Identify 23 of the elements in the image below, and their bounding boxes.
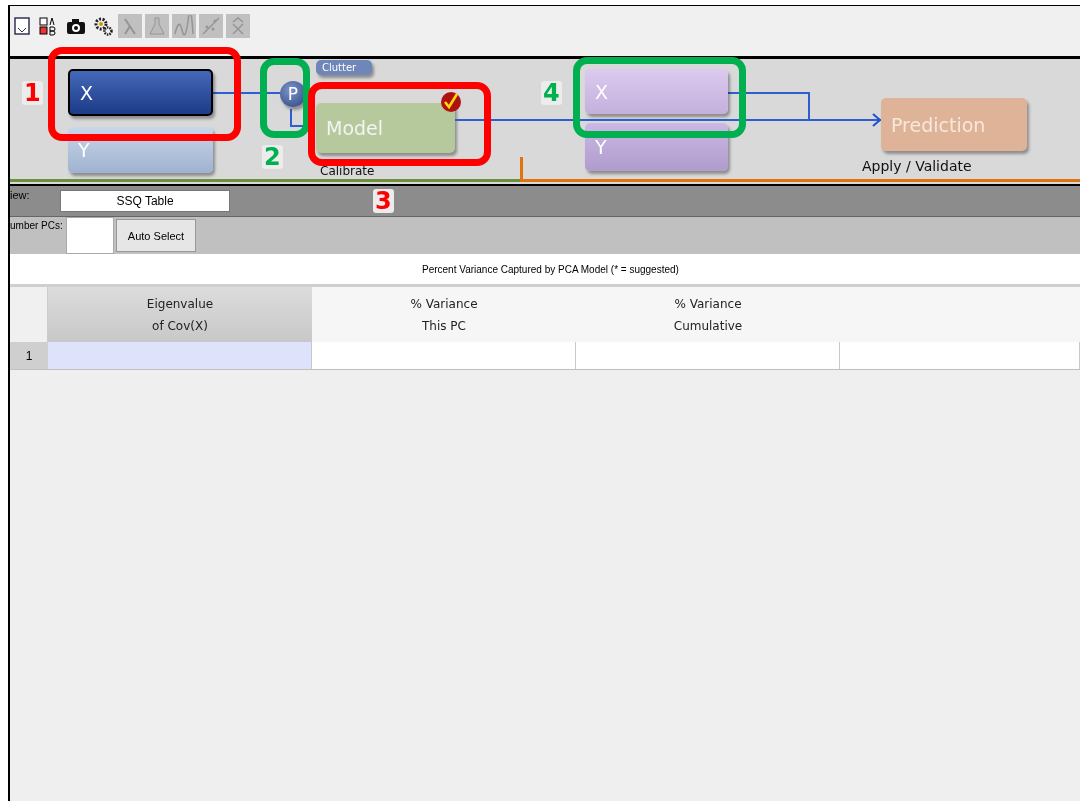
view-dropdown[interactable]: SSQ Table (60, 190, 230, 212)
stage-label: Apply / Validate (862, 158, 972, 174)
annotation-number: 2 (262, 145, 283, 169)
clutter-block[interactable]: Clutter (316, 60, 372, 75)
annotation-number: 4 (541, 81, 562, 105)
auto-select-button[interactable]: Auto Select (116, 219, 196, 252)
stage-label: Calibrate (320, 165, 375, 178)
table-cell[interactable] (48, 342, 312, 369)
field-label: iew: (10, 189, 31, 201)
connector-line (213, 92, 283, 94)
field-label: umber PCs: (10, 220, 64, 231)
column-header[interactable] (840, 287, 1080, 342)
column-header[interactable]: % Variance Cumulative (576, 287, 840, 342)
number-pcs-field[interactable] (66, 217, 114, 254)
arrowhead-icon (872, 113, 882, 127)
data-x-block[interactable]: X (68, 69, 213, 116)
preprocess-badge[interactable]: P (280, 81, 306, 107)
column-header[interactable]: Eigenvalue of Cov(X) (48, 287, 312, 342)
annotation-number: 1 (22, 81, 43, 105)
table-caption: Percent Variance Captured by PCA Model (* = suggested) (422, 263, 679, 275)
row-header[interactable]: 1 (10, 342, 48, 369)
column-header[interactable]: % Variance This PC (312, 287, 576, 342)
annotation-number: 3 (373, 189, 394, 213)
